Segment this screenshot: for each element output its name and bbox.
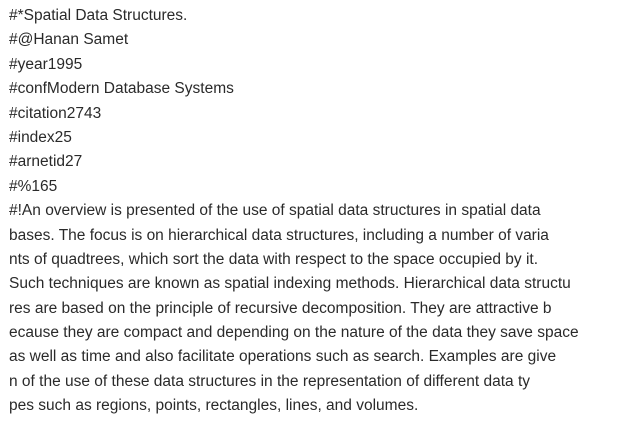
- abstract-line: #!An overview is presented of the use of…: [9, 202, 541, 220]
- index-line: #index25: [9, 128, 72, 146]
- abstract-line: ecause they are compact and depending on…: [9, 324, 579, 342]
- abstract-line: res are based on the principle of recurs…: [9, 299, 552, 317]
- abstract-line: as well as time and also facilitate oper…: [9, 348, 557, 366]
- abstract-line: nts of quadtrees, which sort the data wi…: [9, 250, 539, 268]
- citation-line: #citation2743: [9, 104, 102, 122]
- arnetid-line: #arnetid27: [9, 153, 83, 171]
- record-document: #*Spatial Data Structures. #@Hanan Samet…: [9, 4, 621, 419]
- abstract-line: bases. The focus is on hierarchical data…: [9, 226, 549, 244]
- title-line: #*Spatial Data Structures.: [9, 7, 188, 24]
- author-line: #@Hanan Samet: [9, 31, 129, 49]
- abstract-line: Such techniques are known as spatial ind…: [9, 275, 571, 293]
- reference-line: #%165: [9, 177, 58, 195]
- abstract-line: pes such as regions, points, rectangles,…: [9, 397, 419, 415]
- conference-line: #confModern Database Systems: [9, 80, 234, 98]
- abstract-line: n of the use of these data structures in…: [9, 372, 531, 390]
- year-line: #year1995: [9, 55, 83, 73]
